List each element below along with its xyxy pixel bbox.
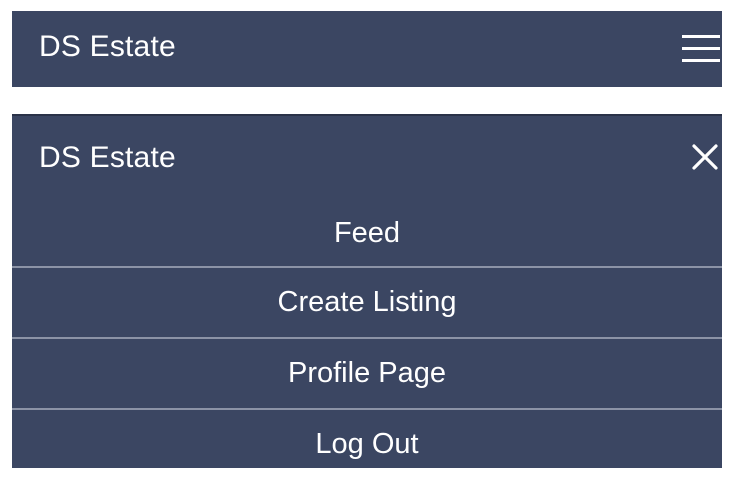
menu-item-log-out[interactable]: Log Out — [12, 408, 722, 479]
brand-title[interactable]: DS Estate — [39, 32, 176, 62]
close-icon[interactable] — [688, 140, 722, 174]
navbar-collapsed: DS Estate — [12, 11, 722, 87]
menu-item-create-listing[interactable]: Create Listing — [12, 266, 722, 337]
brand-title[interactable]: DS Estate — [39, 143, 176, 173]
hamburger-menu-icon[interactable] — [682, 31, 720, 63]
nav-menu: Feed Create Listing Profile Page Log Out — [12, 202, 722, 479]
navbar-expanded: DS Estate Feed Create Listing Profile Pa… — [12, 114, 722, 468]
menu-item-profile-page[interactable]: Profile Page — [12, 337, 722, 408]
menu-item-feed[interactable]: Feed — [12, 202, 722, 266]
